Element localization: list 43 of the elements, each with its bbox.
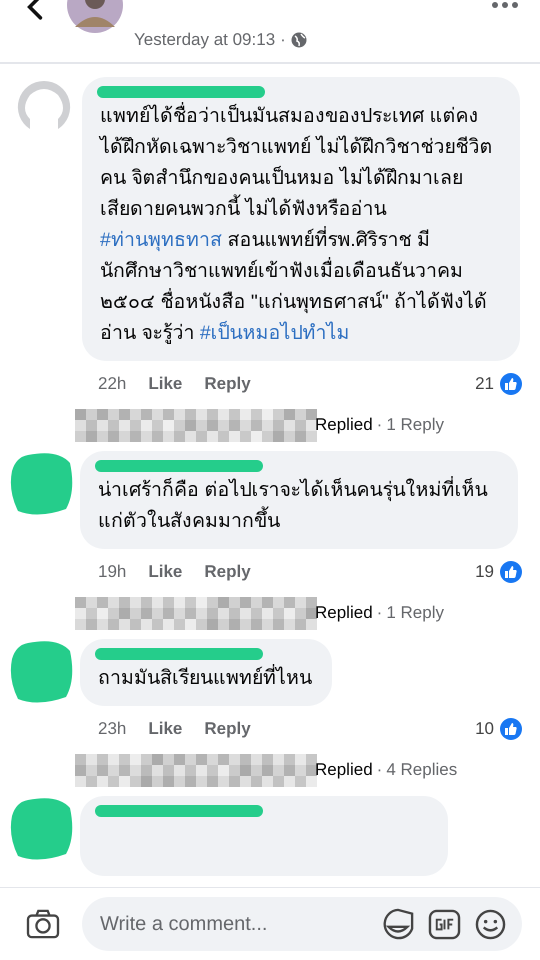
hashtag-link[interactable]: #เป็นหมอไปทำไม <box>200 322 350 344</box>
redaction-blob <box>8 796 74 862</box>
gif-icon[interactable] <box>428 908 461 940</box>
comment-time: 19h <box>98 562 126 582</box>
comment-text: ถามมันสิเรียนแพทย์ที่ไหน <box>98 663 312 694</box>
like-button[interactable]: Like <box>148 562 182 582</box>
comment-text: แพทย์ได้ชื่อว่าเป็นมันสมองของประเทศ แต่คงได้ฝึกหัดเฉพาะวิชาแพทย์ ไม่ได้ฝึกวิชาช่วยชีวิตคน จิตสำนึกของคนเป็นหมอ ไม่ได้ฝึกมาเลย เสียดายคนพวกนี้ ไม่ได้ฟังหรืออ่าน #ท่านพุทธทาส สอนแพทย์ที่รพ.ศิริราช มีนักศึกษาวิชาแพทย์เข้าฟังเมื่อเดือนธันวาคม ๒๕๐๔ ชื่อหนังสือ "แก่นพุทธศาสน์" ถ้าได้ฟังได้อ่าน จะรู้ว่า #เป็นหมอไปทำไม <box>100 101 500 349</box>
separator-dot: · <box>280 30 286 50</box>
comment-time: 22h <box>98 374 126 394</box>
comment-field[interactable]: Write a comment... <box>82 897 522 951</box>
sticker-icon[interactable] <box>382 908 414 940</box>
replied-label[interactable]: Replied <box>315 760 373 780</box>
reaction-count: 19 <box>475 562 494 582</box>
camera-icon[interactable] <box>26 909 60 939</box>
like-icon <box>500 718 522 740</box>
reply-button[interactable]: Reply <box>204 374 251 394</box>
reaction-count: 10 <box>475 719 494 739</box>
reply-count[interactable]: 4 Replies <box>386 760 458 780</box>
replied-label[interactable]: Replied <box>315 603 373 623</box>
like-button[interactable]: Like <box>148 719 182 739</box>
emoji-icon[interactable] <box>475 908 506 940</box>
comment-input[interactable]: Write a comment... <box>98 912 368 936</box>
like-icon <box>500 373 522 395</box>
like-button[interactable]: Like <box>148 374 182 394</box>
reply-count[interactable]: 1 Reply <box>386 415 444 435</box>
reaction-count: 21 <box>475 374 494 394</box>
more-icon[interactable] <box>492 2 518 8</box>
separator-dot: · <box>376 760 382 780</box>
reply-count[interactable]: 1 Reply <box>386 603 444 623</box>
post-time: Yesterday at 09:13 <box>134 30 276 50</box>
back-icon[interactable] <box>26 0 44 20</box>
hashtag-link[interactable]: #ท่านพุทธทาส <box>100 229 222 251</box>
globe-icon <box>290 32 307 48</box>
reply-button[interactable]: Reply <box>204 562 251 582</box>
comment-text: น่าเศร้าก็คือ ต่อไปเราจะได้เห็นคนรุ่นใหม่ที่เห็นแก่ตัวในสังคมมากขึ้น <box>98 475 498 537</box>
separator-dot: · <box>376 415 382 435</box>
separator-dot: · <box>376 603 382 623</box>
replied-label[interactable]: Replied <box>315 415 373 435</box>
redaction-blob <box>8 639 74 705</box>
redaction-blob <box>8 451 74 517</box>
reply-button[interactable]: Reply <box>204 719 251 739</box>
comment-time: 23h <box>98 719 126 739</box>
like-icon <box>500 561 522 583</box>
